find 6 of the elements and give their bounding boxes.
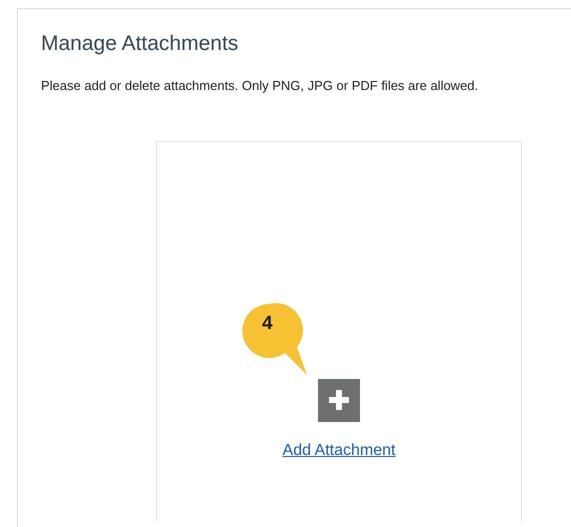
panel-title: Manage Attachments bbox=[41, 31, 240, 56]
instructions-text: Please add or delete attachments. Only PNG, JPG or PDF files are allowed. bbox=[41, 77, 480, 96]
plus-icon bbox=[328, 389, 350, 412]
step-number: 4 bbox=[262, 314, 273, 333]
add-attachment-link[interactable]: Add Attachment bbox=[282, 438, 396, 463]
add-button[interactable] bbox=[318, 378, 360, 422]
